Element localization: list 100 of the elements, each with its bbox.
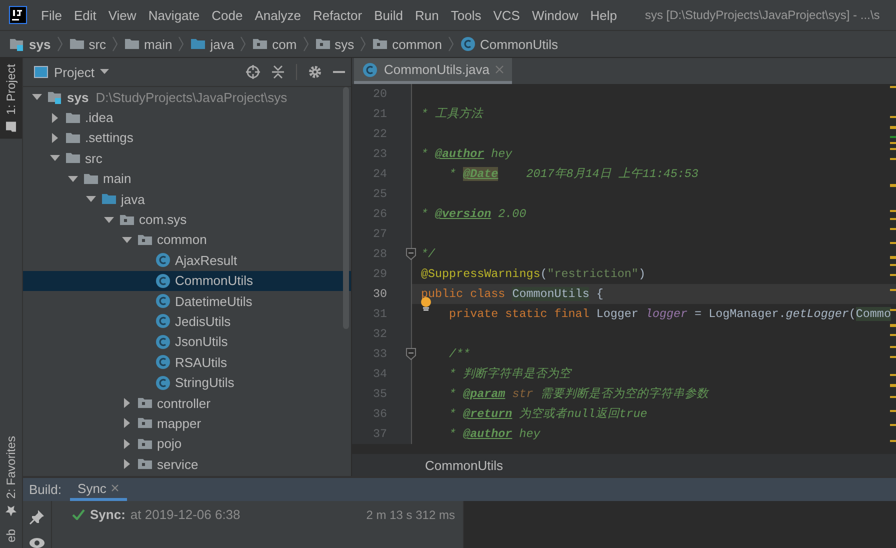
pin-icon[interactable] [29,509,45,525]
package-icon [252,37,268,51]
code-line: * @author hey [420,146,514,163]
breadcrumb-item[interactable]: CommonUtils [425,458,504,472]
folder-icon [5,120,17,133]
tool-window-tab[interactable]: 2: Favorites [0,430,22,523]
package-icon [137,416,153,430]
task-duration: 2 m 13 s 312 ms [366,508,455,522]
menu-item[interactable]: Refactor [306,8,368,22]
code-line: * @return 为空或者null返回true [448,406,648,423]
code-line: private static final Logger logger = LogManager.getLogger(Commo [412,304,896,324]
tool-window-tab[interactable]: 1: Project [0,58,22,139]
folder-icon [190,37,206,51]
eye-icon[interactable] [29,537,45,548]
tree-item[interactable]: sys D:\StudyProjects\JavaProject\sys [23,87,351,108]
class-icon [155,293,171,310]
code-line: * @author hey [448,426,542,443]
project-path: D:\StudyProjects\JavaProject\sys [96,90,288,105]
menu-item[interactable]: File [35,8,68,22]
menu-item[interactable]: Help [584,8,623,22]
folder-icon [65,110,81,125]
menu-item[interactable]: Window [526,8,584,22]
breadcrumb-item[interactable]: com [252,36,297,52]
tree-item[interactable]: controller [23,392,351,414]
code-line: * @version 2.00 [420,206,528,223]
tree-item[interactable]: RSAUtils [23,352,351,372]
breadcrumb-item[interactable]: src [68,36,106,52]
tree-item[interactable]: .settings [23,128,351,148]
settings-icon[interactable] [308,65,322,79]
menu-item[interactable]: Analyze [248,8,307,22]
class-icon [155,334,171,350]
menu-item[interactable]: Code [206,8,249,22]
folder-icon [65,130,81,145]
class-icon [155,374,171,391]
caret-icon [100,69,110,75]
package-icon [372,37,388,51]
menu-item[interactable]: Build [368,8,410,22]
folder-icon [68,37,85,51]
code-line: */ [420,246,436,263]
close-icon[interactable] [111,484,120,492]
task-detail: at 2019-12-06 6:38 [130,507,240,522]
tree-item[interactable]: .idea [23,107,351,128]
folder-icon [9,37,25,51]
tree-item[interactable]: common [23,230,351,250]
class-icon [155,272,171,289]
tree-item[interactable]: mapper [23,413,351,434]
chevron-icon [302,36,309,52]
tree-item[interactable]: JedisUtils [23,311,351,332]
breadcrumb-item[interactable]: CommonUtils [460,36,558,52]
tree-item[interactable]: main [23,168,351,189]
tree-item[interactable]: pojo [23,434,351,454]
crosshair-icon[interactable] [246,65,260,79]
tree-item[interactable]: CommonUtils [23,270,351,291]
tree-item[interactable]: service [23,454,351,474]
menu-item[interactable]: Run [409,8,445,22]
panel-tab[interactable]: Sync [70,478,128,501]
tree-item[interactable]: JsonUtils [23,332,351,352]
breadcrumb-item[interactable]: sys [314,36,354,52]
folder-icon [65,151,81,166]
editor-tab[interactable]: CommonUtils.java [354,58,512,84]
app-logo-icon [9,6,27,24]
task-title: Sync: [90,507,126,522]
view-selector[interactable]: Project [34,64,110,80]
class-icon [460,36,476,52]
tree-item[interactable]: src [23,148,351,169]
tree-item[interactable]: com.sys [23,209,351,230]
package-icon [314,37,331,51]
menu-item[interactable]: View [102,8,142,22]
collapse-icon[interactable] [271,65,285,79]
menu-item[interactable]: Edit [68,8,102,22]
star-icon [5,504,17,517]
breadcrumb-item[interactable]: sys [9,36,51,52]
code-line: * 工具方法 [420,106,484,123]
tool-window-tab[interactable]: eb [0,528,22,548]
chevron-icon [112,36,118,52]
package-icon [119,212,135,227]
tree-item[interactable]: AjaxResult [23,250,351,271]
code-line: * @param str 需要判断是否为空的字符串参数 [448,386,710,403]
tree-item[interactable]: java [23,188,351,210]
chevron-icon [56,36,63,52]
menu-item[interactable]: Tools [444,8,488,22]
breadcrumb-item[interactable]: common [372,36,442,52]
chevron-icon [178,36,184,52]
breadcrumb-item[interactable]: main [124,36,172,52]
menu-item[interactable]: Navigate [142,8,206,22]
package-icon [137,457,153,472]
code-line: @SuppressWarnings("restriction") [420,266,646,283]
window-icon [34,66,48,78]
window-title: sys [D:\StudyProjects\JavaProject\sys] - ...\s [644,8,880,22]
scrollbar[interactable] [343,87,349,329]
package-icon [137,232,153,247]
breadcrumb-item[interactable]: java [190,36,234,52]
class-icon [155,313,171,330]
tree-item[interactable]: DatetimeUtils [23,290,351,312]
panel-label: Build: [28,481,62,499]
folder-icon [101,192,117,206]
code-line: * 判断字符串是否为空 [448,366,573,383]
tree-item[interactable]: StringUtils [23,372,351,393]
package-icon [137,436,153,451]
menu-item[interactable]: VCS [487,8,526,22]
